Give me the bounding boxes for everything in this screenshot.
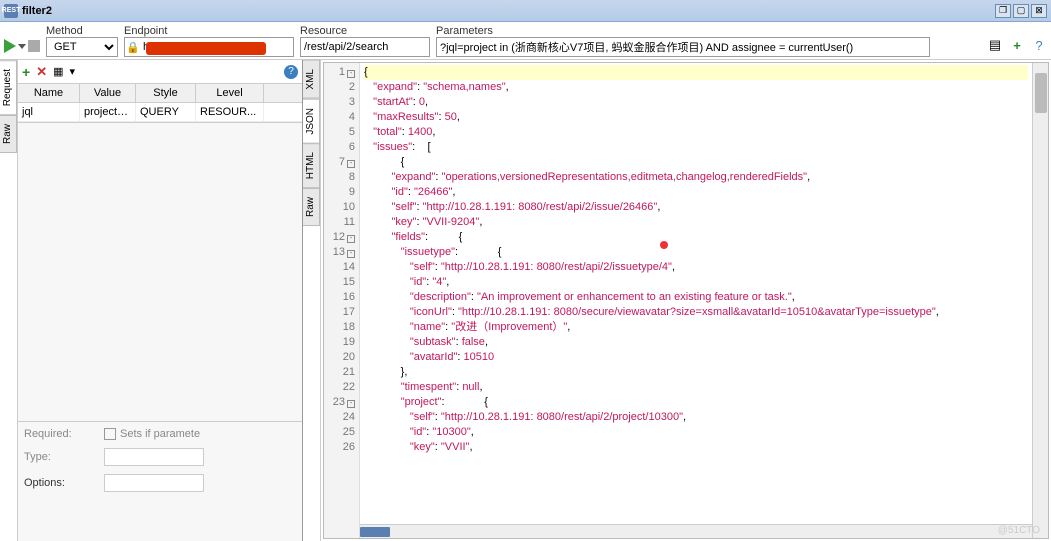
sets-if-checkbox[interactable] (104, 428, 116, 440)
close-icon[interactable]: ⊠ (1031, 4, 1047, 18)
table-row[interactable]: jql project i... QUERY RESOUR... (18, 103, 302, 122)
titlebar: REST filter2 ❐ ▢ ⊠ (0, 0, 1051, 22)
col-style[interactable]: Style (136, 84, 196, 102)
watermark: @51CTO (998, 525, 1040, 536)
tab-raw-left[interactable]: Raw (0, 115, 17, 153)
run-dropdown-icon[interactable] (18, 44, 26, 49)
response-pane: 1-234567-89101112-13-1415161718192021222… (321, 60, 1051, 541)
type-input[interactable] (104, 448, 204, 466)
response-vertical-tabs: XML JSON HTML Raw (303, 60, 321, 541)
delete-param-icon[interactable]: ✕ (36, 64, 47, 80)
stop-icon[interactable] (28, 40, 40, 52)
sets-if-label: Sets if paramete (120, 428, 200, 440)
method-label: Method (46, 25, 118, 37)
minimize-icon[interactable]: ▢ (1013, 4, 1029, 18)
cell-level: RESOUR... (196, 103, 264, 121)
config-icon[interactable]: ▤ (987, 37, 1003, 53)
tab-html[interactable]: HTML (303, 143, 320, 188)
resource-label: Resource (300, 25, 430, 37)
params-table: Name Value Style Level jql project i... … (18, 84, 302, 123)
main-area: Request Raw + ✕ ▦ ▾ ? Name Value Style L… (0, 60, 1051, 541)
scroll-thumb[interactable] (1035, 73, 1047, 113)
window-title: filter2 (22, 5, 993, 17)
required-label: Required: (24, 428, 104, 440)
lock-icon: 🔒 (126, 41, 140, 54)
col-level[interactable]: Level (196, 84, 264, 102)
endpoint-label: Endpoint (124, 25, 294, 37)
panel-help-icon[interactable]: ? (284, 65, 298, 79)
line-gutter: 1-234567-89101112-13-1415161718192021222… (324, 63, 360, 538)
properties-panel: Required: Sets if paramete Type: Options… (18, 421, 302, 541)
method-select[interactable]: GET (46, 37, 118, 57)
hscroll-thumb[interactable] (360, 527, 390, 537)
type-label: Type: (24, 451, 104, 463)
request-toolbar: Method GET Endpoint 🔒 Resource Parameter… (0, 22, 1051, 60)
tab-request[interactable]: Request (0, 60, 17, 115)
cell-style: QUERY (136, 103, 196, 121)
col-value[interactable]: Value (80, 84, 136, 102)
col-name[interactable]: Name (18, 84, 80, 102)
run-icon[interactable] (4, 39, 16, 53)
resource-input[interactable] (300, 37, 430, 57)
cell-name: jql (18, 103, 80, 121)
tab-raw-right[interactable]: Raw (303, 188, 320, 226)
code-content[interactable]: { "expand": "schema,names", "startAt": 0… (360, 63, 1032, 538)
add-icon[interactable]: + (1009, 37, 1025, 53)
parameters-label: Parameters (436, 25, 930, 37)
tab-xml[interactable]: XML (303, 60, 320, 99)
params-empty-area (18, 123, 302, 421)
add-param-icon[interactable]: + (22, 64, 30, 80)
left-vertical-tabs: Request Raw (0, 60, 18, 541)
parameters-input[interactable] (436, 37, 930, 57)
left-pane: + ✕ ▦ ▾ ? Name Value Style Level jql pro… (18, 60, 303, 541)
marker-dot (660, 241, 668, 249)
options-label: Options: (24, 477, 104, 489)
toolbar-icon[interactable]: ▦ (53, 65, 63, 78)
endpoint-input[interactable] (124, 37, 294, 57)
json-viewer: 1-234567-89101112-13-1415161718192021222… (323, 62, 1049, 539)
restore-icon[interactable]: ❐ (995, 4, 1011, 18)
horizontal-scrollbar[interactable] (360, 524, 1032, 538)
dropdown-icon[interactable]: ▾ (70, 65, 76, 78)
params-toolbar: + ✕ ▦ ▾ ? (18, 60, 302, 84)
vertical-scrollbar[interactable] (1032, 63, 1048, 538)
app-logo: REST (4, 4, 18, 18)
help-icon[interactable]: ? (1031, 37, 1047, 53)
cell-value: project i... (80, 103, 136, 121)
options-input[interactable] (104, 474, 204, 492)
table-header: Name Value Style Level (18, 84, 302, 103)
tab-json[interactable]: JSON (303, 99, 320, 144)
